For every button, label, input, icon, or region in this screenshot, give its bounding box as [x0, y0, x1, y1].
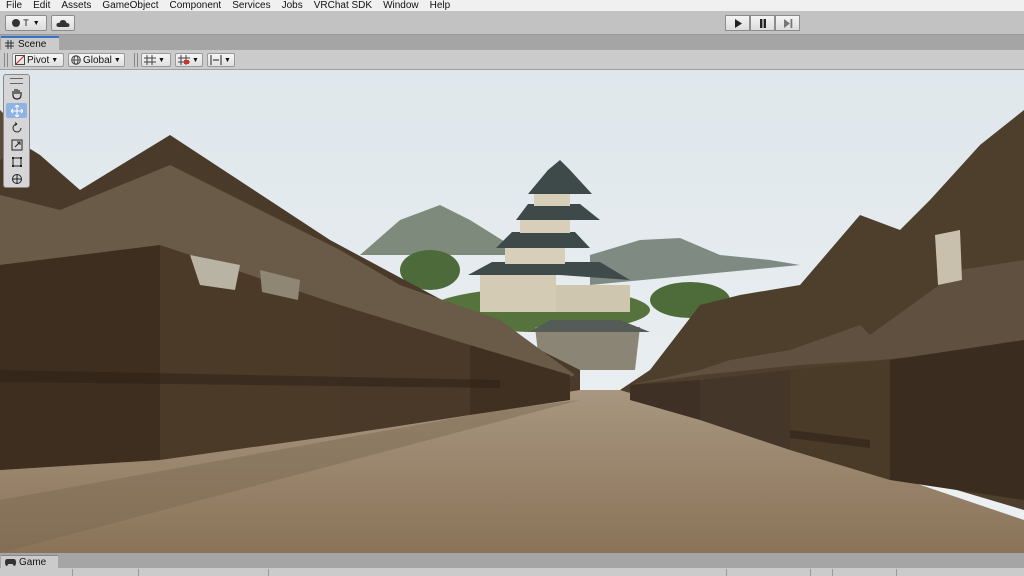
tab-game[interactable]: Game: [1, 555, 58, 568]
scene-render: [0, 70, 1024, 553]
tool-rotate[interactable]: [6, 120, 27, 135]
menu-help[interactable]: Help: [424, 0, 456, 11]
rect-icon: [11, 156, 22, 167]
align-icon: [210, 55, 222, 65]
game-toolbar-divider: [726, 569, 727, 576]
chevron-down-icon: ▼: [224, 56, 231, 64]
step-icon: [783, 18, 792, 28]
scene-tab-bar: Scene: [0, 35, 1024, 50]
step-button[interactable]: [775, 15, 800, 31]
hand-icon: [12, 88, 22, 100]
game-toolbar-divider: [896, 569, 897, 576]
account-dropdown[interactable]: T ▼: [5, 15, 47, 31]
account-icon: [12, 19, 21, 27]
menu-component[interactable]: Component: [164, 0, 227, 11]
menu-bar: File Edit Assets GameObject Component Service…: [0, 0, 1024, 11]
scale-icon: [11, 139, 22, 150]
chevron-down-icon: ▼: [158, 56, 165, 64]
game-toolbar-divider: [810, 569, 811, 576]
game-toolbar: [0, 568, 1024, 576]
pause-icon: [759, 18, 766, 28]
game-toolbar-divider: [138, 569, 139, 576]
toolbar-grip: [4, 53, 8, 67]
globe-icon: [71, 55, 81, 65]
menu-services[interactable]: Services: [226, 0, 275, 11]
game-toolbar-divider: [72, 569, 73, 576]
tool-hand[interactable]: [6, 86, 27, 101]
pivot-dropdown[interactable]: Pivot ▼: [12, 53, 64, 67]
rotate-icon: [12, 121, 21, 132]
grid-snapping-dropdown[interactable]: ▼: [141, 53, 171, 67]
tab-scene-label: Scene: [18, 38, 47, 50]
chevron-down-icon: ▼: [32, 19, 40, 27]
snap-increment-icon: [178, 55, 190, 65]
align-dropdown[interactable]: ▼: [207, 53, 235, 67]
palette-grip: [10, 78, 23, 84]
grid-icon: [5, 39, 14, 49]
grid-snap-icon: [144, 55, 156, 65]
transform-icon: [11, 173, 22, 184]
tab-scene[interactable]: Scene: [1, 36, 59, 50]
cloud-button[interactable]: [51, 15, 75, 31]
account-label: T: [23, 18, 29, 28]
game-tab-bar: Game: [0, 553, 1024, 568]
increment-snap-dropdown[interactable]: ▼: [175, 53, 203, 67]
move-icon: [10, 104, 23, 117]
scene-viewport[interactable]: [0, 70, 1024, 553]
menu-edit[interactable]: Edit: [27, 0, 55, 11]
menu-jobs[interactable]: Jobs: [276, 0, 308, 11]
toolbar-separator: [134, 53, 138, 67]
menu-window[interactable]: Window: [377, 0, 424, 11]
tool-scale[interactable]: [6, 137, 27, 152]
playback-controls: [725, 15, 800, 31]
menu-vrchat-sdk[interactable]: VRChat SDK: [308, 0, 377, 11]
scene-toolbar: Pivot ▼ Global ▼ ▼ ▼ ▼: [0, 50, 1024, 70]
menu-gameobject[interactable]: GameObject: [96, 0, 163, 11]
tool-transform[interactable]: [6, 171, 27, 186]
gamepad-icon: [5, 558, 16, 566]
pivot-label: Pivot: [27, 54, 50, 66]
global-label: Global: [83, 54, 112, 66]
menu-file[interactable]: File: [0, 0, 27, 11]
tab-game-label: Game: [19, 556, 47, 568]
chevron-down-icon: ▼: [113, 56, 121, 64]
tool-palette: [3, 74, 30, 188]
cloud-icon: [56, 19, 70, 27]
game-toolbar-divider: [268, 569, 269, 576]
main-toolbar: T ▼: [0, 11, 1024, 35]
play-icon: [734, 18, 742, 28]
pivot-icon: [15, 55, 25, 65]
tool-move[interactable]: [6, 103, 27, 118]
tool-rect[interactable]: [6, 154, 27, 169]
global-dropdown[interactable]: Global ▼: [68, 53, 125, 67]
pause-button[interactable]: [750, 15, 775, 31]
chevron-down-icon: ▼: [51, 56, 59, 64]
game-toolbar-divider: [832, 569, 833, 576]
menu-assets[interactable]: Assets: [55, 0, 96, 11]
play-button[interactable]: [725, 15, 750, 31]
chevron-down-icon: ▼: [192, 56, 199, 64]
